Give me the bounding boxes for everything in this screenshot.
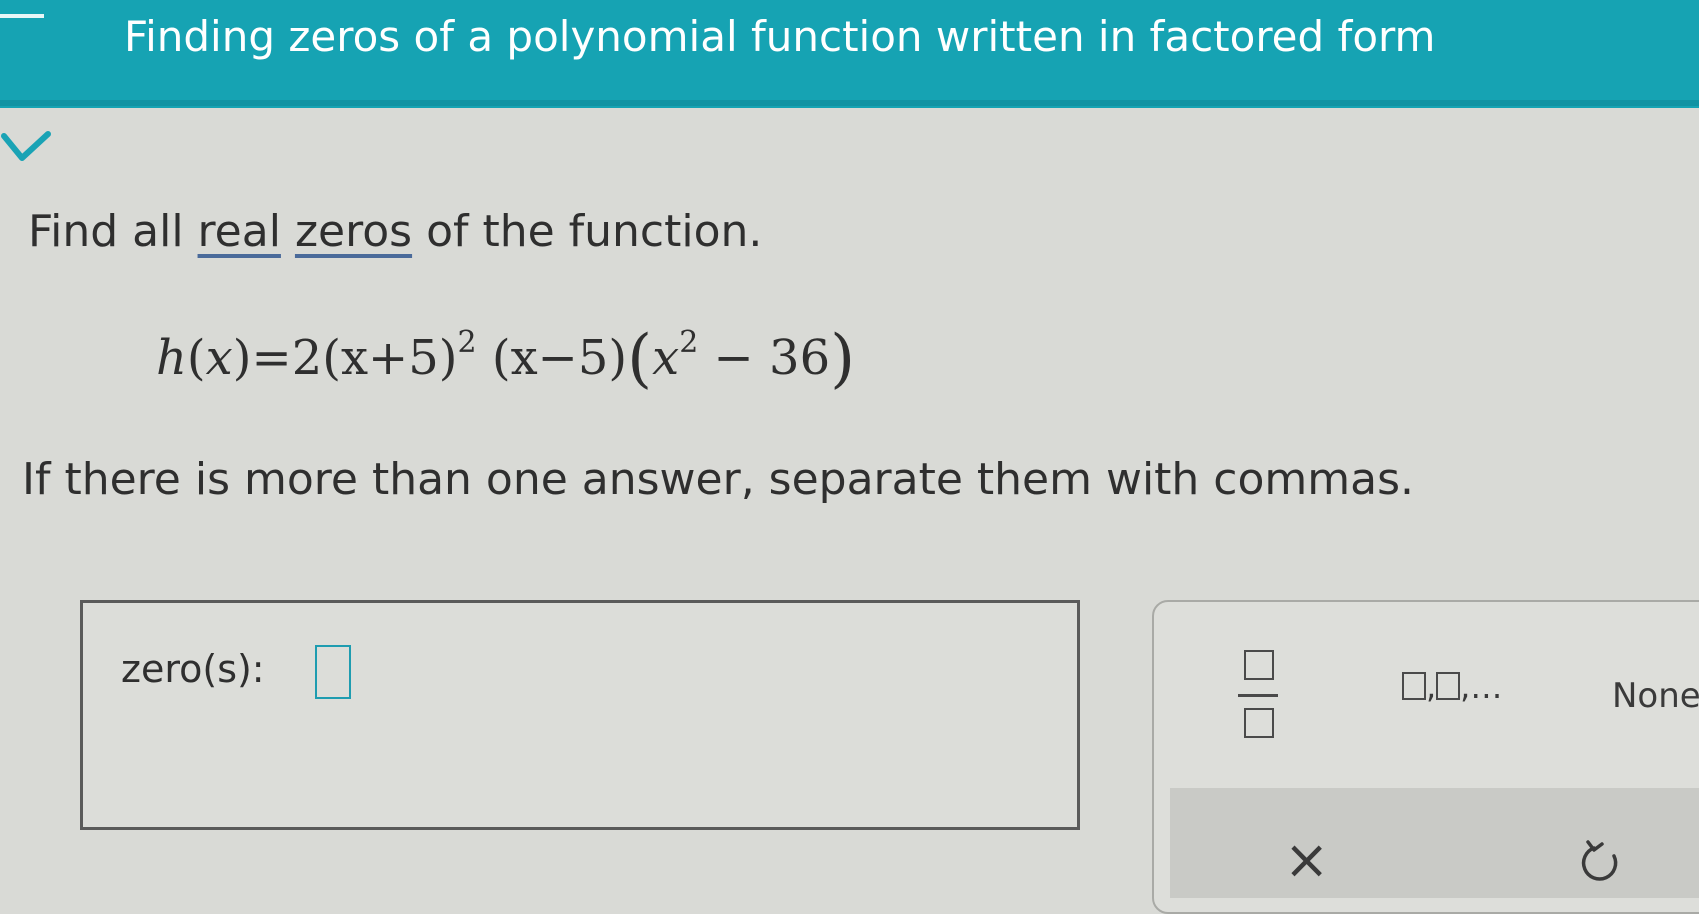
list-label: ,… xyxy=(1460,668,1503,706)
equals-coefficient: =2 xyxy=(251,330,323,386)
zeros-input[interactable] xyxy=(315,645,351,699)
factor-three-constant: − 36 xyxy=(698,330,831,386)
factor-three-variable: x xyxy=(652,330,680,386)
fraction-denominator-box xyxy=(1244,708,1274,738)
factor-two: (x−5) xyxy=(491,330,628,386)
none-button[interactable]: None xyxy=(1612,676,1699,716)
answer-panel: zero(s): xyxy=(80,600,1080,830)
instruction-text: If there is more than one answer, separa… xyxy=(22,454,1415,505)
function-equation: h(x)=2(x+5)2 (x−5)(x2 − 36) xyxy=(156,322,856,396)
chevron-down-icon[interactable] xyxy=(0,128,54,168)
exponent-one: 2 xyxy=(457,325,477,360)
paren-close: ) xyxy=(830,322,856,396)
factor-one: (x+5) xyxy=(322,330,458,386)
question-prompt: Find all real zeros of the function. xyxy=(28,206,762,257)
prompt-text-start: Find all xyxy=(28,206,198,257)
list-button[interactable]: ,,… xyxy=(1402,668,1502,706)
clear-icon[interactable]: × xyxy=(1284,828,1329,891)
fraction-icon xyxy=(1244,650,1274,680)
function-name: h xyxy=(156,330,187,386)
paren-open: ( xyxy=(627,322,653,396)
list-box-icon xyxy=(1402,672,1426,700)
real-link[interactable]: real xyxy=(198,206,281,257)
undo-icon[interactable] xyxy=(1580,838,1624,888)
menu-handle[interactable] xyxy=(0,14,44,18)
list-box-icon xyxy=(1436,672,1461,700)
zeros-link[interactable]: zeros xyxy=(295,206,412,257)
prompt-text-end: of the function. xyxy=(412,206,763,257)
header-divider xyxy=(0,100,1699,106)
exponent-three: 2 xyxy=(679,325,699,360)
fraction-bar xyxy=(1238,694,1278,697)
page-title: Finding zeros of a polynomial function w… xyxy=(124,12,1436,61)
function-variable: x xyxy=(205,330,233,386)
answer-label: zero(s): xyxy=(121,647,265,691)
fraction-button[interactable] xyxy=(1238,650,1282,742)
